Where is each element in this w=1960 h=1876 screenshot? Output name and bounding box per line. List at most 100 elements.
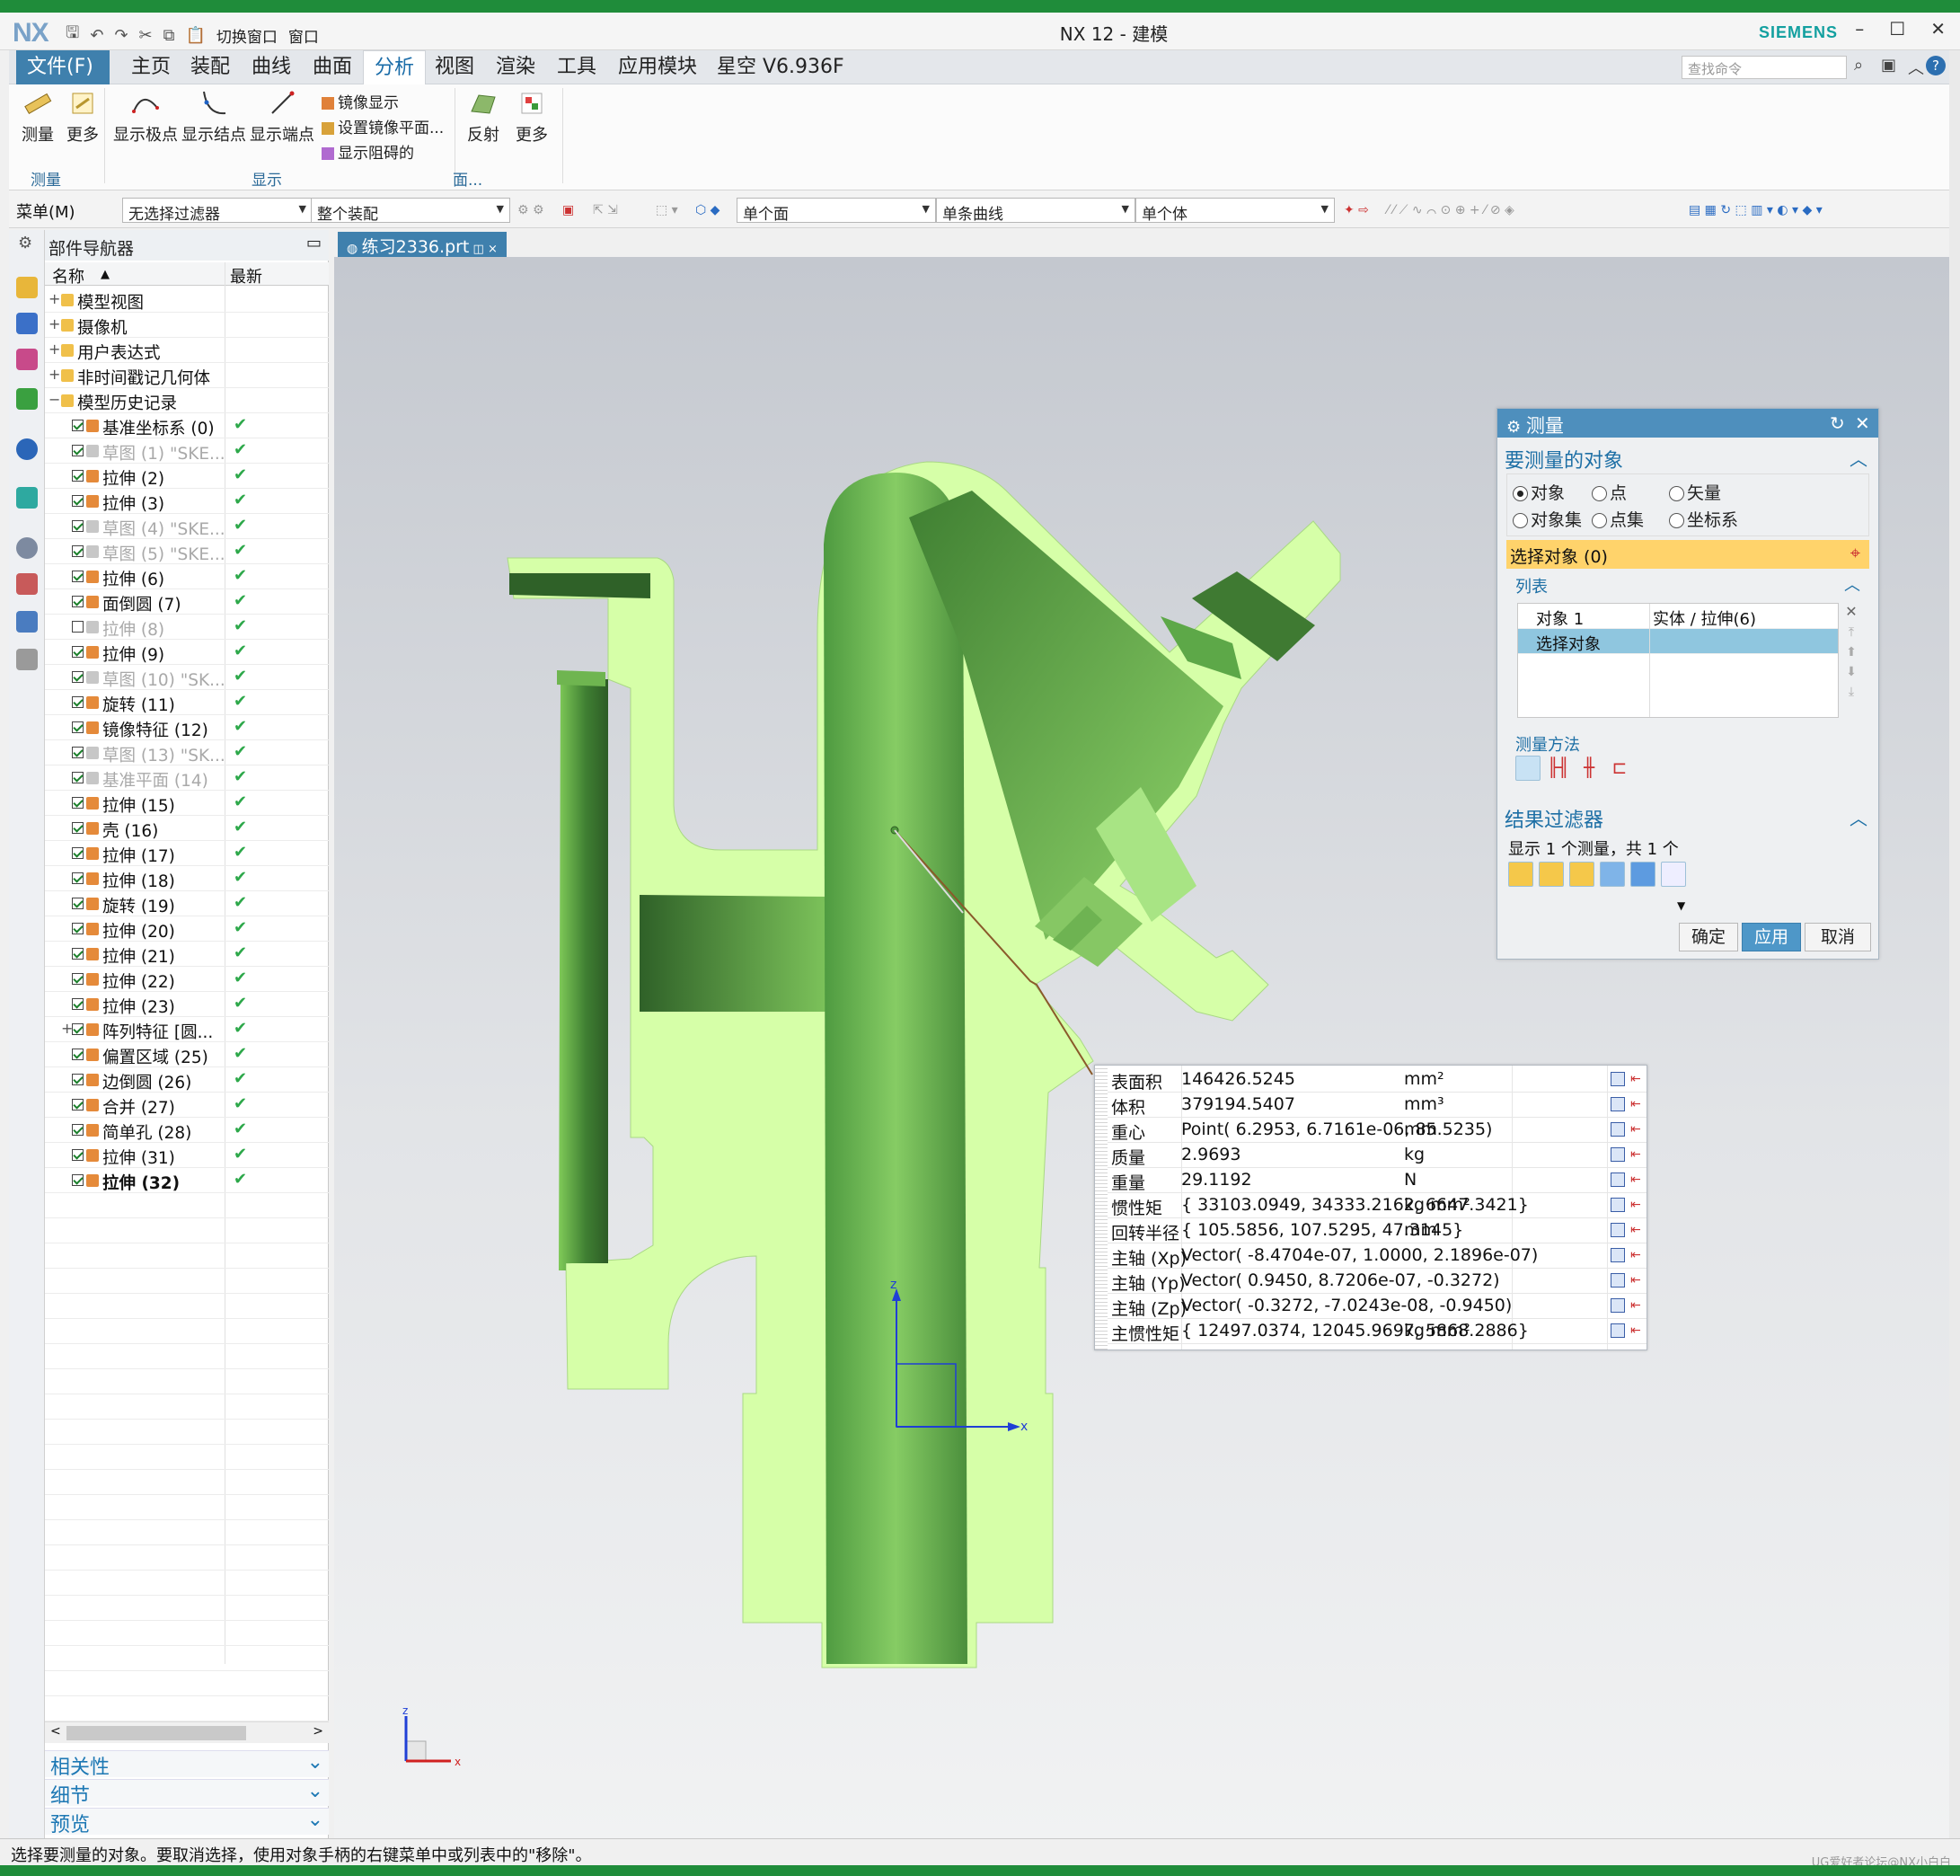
visibility-checkbox[interactable] [72, 1049, 84, 1060]
column-name-header[interactable]: 名称 [52, 264, 84, 288]
command-search-input[interactable]: 查找命令 [1682, 56, 1847, 79]
associative-icon[interactable]: ⇤ [1630, 1122, 1645, 1137]
tab-curve[interactable]: 曲线 [241, 50, 302, 84]
type-csys-radio[interactable]: 坐标系 [1669, 507, 1738, 531]
method-length-icon[interactable]: ⊏ [1607, 756, 1632, 781]
visibility-checkbox[interactable] [72, 445, 84, 456]
mirror-display-button[interactable]: 镜像显示 [322, 90, 399, 112]
tree-item[interactable]: 基准坐标系 (0) ✔ [45, 413, 329, 438]
filter-mass-icon[interactable] [1630, 862, 1655, 887]
expand-toggle-icon[interactable]: + [49, 315, 60, 332]
collapse-list-icon[interactable]: ︿ [1844, 572, 1860, 596]
method-projected-icon[interactable]: ╟╢ [1546, 756, 1571, 781]
paste-icon[interactable]: 📋 [182, 26, 207, 45]
close-icon[interactable]: ✕ [1930, 18, 1946, 40]
export-icon[interactable] [1611, 1323, 1625, 1338]
tree-item[interactable]: 拉伸 (22) ✔ [45, 967, 329, 992]
tab-application[interactable]: 应用模块 [607, 50, 708, 84]
visibility-checkbox[interactable] [72, 671, 84, 683]
visibility-checkbox[interactable] [72, 847, 84, 859]
tree-item[interactable]: 拉伸 (18) ✔ [45, 866, 329, 891]
collapse-ribbon-icon[interactable]: ︿ [1908, 56, 1924, 79]
move-up-icon[interactable]: ⬆ [1841, 645, 1862, 659]
result-row[interactable]: 重量 29.1192 N ⇤ [1108, 1168, 1647, 1193]
filter-area-icon[interactable] [1600, 862, 1625, 887]
show-poles-button[interactable]: 显示极点 [113, 88, 178, 146]
ok-button[interactable]: 确定 [1679, 923, 1738, 951]
type-object-set-radio[interactable]: 对象集 [1513, 507, 1582, 531]
cut-icon[interactable]: ✂ [137, 26, 155, 45]
associative-icon[interactable]: ⇤ [1630, 1147, 1645, 1162]
clock-icon[interactable] [16, 537, 38, 559]
visibility-checkbox[interactable] [72, 1149, 84, 1161]
reuse-library-icon[interactable] [16, 388, 38, 410]
filter-angle-icon[interactable] [1569, 862, 1594, 887]
cancel-button[interactable]: 取消 [1805, 923, 1871, 951]
minimize-icon[interactable]: – [1855, 18, 1864, 40]
process-studio-icon[interactable] [16, 611, 38, 633]
tree-item[interactable]: 拉伸 (3) ✔ [45, 489, 329, 514]
tab-render[interactable]: 渲染 [485, 50, 546, 84]
associative-icon[interactable]: ⇤ [1630, 1223, 1645, 1237]
result-row[interactable]: 主惯性矩{ 12497.0374, 12045.9697, 5868.2886}… [1108, 1319, 1647, 1344]
face-rule-select[interactable]: 单个面 [737, 198, 936, 224]
list-section-title[interactable]: 列表 [1515, 574, 1548, 597]
tab-analysis[interactable]: 分析 [363, 50, 427, 84]
view-tools-icon[interactable]: ▤ ▦ ↻ ⬚ ▥ ▾ ◐ ▾ ◆ ▾ [1689, 203, 1823, 217]
roles-icon[interactable] [16, 649, 38, 670]
move-top-icon[interactable]: ⤒ [1841, 625, 1862, 640]
associative-icon[interactable]: ⇤ [1630, 1172, 1645, 1187]
tree-item[interactable]: 旋转 (19) ✔ [45, 891, 329, 916]
tree-item[interactable]: 拉伸 (8) ✔ [45, 615, 329, 640]
objects-section-title[interactable]: 要测量的对象 [1505, 445, 1623, 473]
object-list[interactable]: 对象 1 实体 / 拉伸(6) 选择对象 [1517, 603, 1839, 718]
visibility-checkbox[interactable] [72, 1074, 84, 1085]
scroll-right-icon[interactable]: > [313, 1724, 323, 1739]
expand-toggle-icon[interactable]: − [49, 391, 60, 408]
visibility-checkbox[interactable] [72, 621, 84, 633]
move-down-icon[interactable]: ⬇ [1841, 665, 1862, 679]
expand-toggle-icon[interactable]: + [49, 366, 60, 383]
result-row[interactable]: 质量 2.9693 kg ⇤ [1108, 1143, 1647, 1168]
close-dialog-icon[interactable]: ✕ [1855, 412, 1870, 434]
export-icon[interactable] [1611, 1248, 1625, 1262]
face-more-button[interactable]: 更多 [508, 88, 555, 146]
tree-item[interactable]: 偏置区域 (25) ✔ [45, 1042, 329, 1067]
tree-item[interactable]: 拉伸 (31) ✔ [45, 1143, 329, 1168]
type-point-radio[interactable]: 点 [1592, 480, 1627, 504]
visibility-checkbox[interactable] [72, 1023, 84, 1035]
apply-button[interactable]: 应用 [1742, 923, 1801, 951]
document-tab[interactable]: ◍ 练习2336.prt ◫ × [338, 232, 507, 257]
visibility-checkbox[interactable] [72, 797, 84, 809]
export-icon[interactable] [1611, 1072, 1625, 1086]
tree-item[interactable]: 拉伸 (6) ✔ [45, 564, 329, 589]
result-row[interactable]: 体积 379194.5407 mm³ ⇤ [1108, 1093, 1647, 1118]
method-distance-icon[interactable] [1515, 756, 1541, 781]
visibility-checkbox[interactable] [72, 420, 84, 431]
result-row[interactable]: 主轴 (Yp) Vector( 0.9450, 8.7206e-07, -0.32… [1108, 1269, 1647, 1294]
export-icon[interactable] [1611, 1198, 1625, 1212]
visibility-checkbox[interactable] [72, 772, 84, 783]
curve-rule-select[interactable]: 单条曲线 [936, 198, 1135, 224]
move-bottom-icon[interactable]: ⤓ [1841, 685, 1862, 699]
associative-icon[interactable]: ⇤ [1630, 1323, 1645, 1338]
visibility-checkbox[interactable] [72, 1124, 84, 1136]
type-object-radio[interactable]: 对象 [1513, 480, 1565, 504]
section-preview[interactable]: 预览 ⌄ [45, 1808, 329, 1836]
show-knots-button[interactable]: 显示结点 [181, 88, 246, 146]
visibility-checkbox[interactable] [72, 1099, 84, 1111]
part-navigator-icon[interactable] [16, 277, 38, 298]
visibility-checkbox[interactable] [72, 948, 84, 960]
measure-more-button[interactable]: 更多 [63, 88, 102, 146]
tree-item[interactable]: 草图 (10) "SK... ✔ [45, 665, 329, 690]
sort-ascending-icon[interactable]: ▲ [101, 268, 110, 281]
visibility-checkbox[interactable] [72, 822, 84, 834]
export-icon[interactable] [1611, 1147, 1625, 1162]
tree-item[interactable]: 简单孔 (28) ✔ [45, 1118, 329, 1143]
list-item[interactable]: 选择对象 [1518, 629, 1838, 654]
results-drag-handle[interactable] [1095, 1066, 1108, 1349]
export-icon[interactable] [1611, 1172, 1625, 1187]
set-mirror-plane-button[interactable]: 设置镜像平面... [322, 115, 444, 137]
tree-item[interactable]: 面倒圆 (7) ✔ [45, 589, 329, 615]
copy-icon[interactable]: ⧉ [161, 26, 178, 45]
